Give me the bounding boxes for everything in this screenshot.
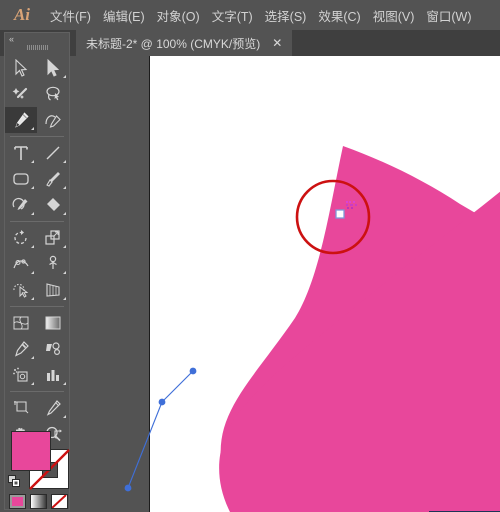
default-fill-stroke-icon[interactable] bbox=[8, 475, 21, 488]
tool-flyout-indicator bbox=[63, 245, 66, 248]
magic-wand-tool[interactable] bbox=[5, 81, 37, 107]
fill-color-swatch[interactable] bbox=[11, 431, 51, 471]
paint-mode-buttons bbox=[9, 494, 68, 509]
tool-row bbox=[5, 362, 69, 388]
menu-object[interactable]: 对象(O) bbox=[151, 2, 206, 29]
paintbrush-tool[interactable] bbox=[37, 166, 69, 192]
tool-flyout-indicator bbox=[63, 186, 66, 189]
scale-tool[interactable] bbox=[37, 225, 69, 251]
tool-flyout-indicator bbox=[31, 245, 34, 248]
tools-panel: « bbox=[4, 32, 70, 510]
tool-row bbox=[5, 277, 69, 303]
artwork-shape bbox=[219, 146, 500, 512]
perspective-grid-tool[interactable] bbox=[37, 277, 69, 303]
tool-row bbox=[5, 225, 69, 251]
artboard[interactable] bbox=[149, 56, 500, 512]
slice-tool[interactable] bbox=[37, 395, 69, 421]
tool-row bbox=[5, 192, 69, 218]
gradient-tool[interactable] bbox=[37, 310, 69, 336]
artboard-tool[interactable] bbox=[5, 395, 37, 421]
menu-effect[interactable]: 效果(C) bbox=[312, 2, 366, 29]
tool-row bbox=[5, 81, 69, 107]
direct-selection-tool[interactable] bbox=[37, 55, 69, 81]
illustrator-window: Ai 文件(F) 编辑(E) 对象(O) 文字(T) 选择(S) 效果(C) 视… bbox=[0, 0, 500, 512]
menu-view[interactable]: 视图(V) bbox=[367, 2, 421, 29]
tool-divider bbox=[10, 136, 64, 137]
tool-grid bbox=[5, 55, 69, 447]
tool-flyout-indicator bbox=[31, 212, 34, 215]
tool-flyout-indicator bbox=[63, 297, 66, 300]
menu-edit[interactable]: 编辑(E) bbox=[97, 2, 151, 29]
shaper-tool[interactable] bbox=[5, 192, 37, 218]
document-tab-bar: 未标题-2* @ 100% (CMYK/预览) ✕ bbox=[0, 30, 500, 56]
canvas-area[interactable]: 溜溜自学 ZIXUE.3D66.COM bbox=[72, 56, 500, 512]
line-segment-tool[interactable] bbox=[37, 140, 69, 166]
tool-flyout-indicator bbox=[31, 356, 34, 359]
eraser-tool[interactable] bbox=[37, 192, 69, 218]
free-transform-tool[interactable] bbox=[37, 251, 69, 277]
column-graph-tool[interactable] bbox=[37, 362, 69, 388]
document-tab[interactable]: 未标题-2* @ 100% (CMYK/预览) ✕ bbox=[76, 30, 293, 56]
close-icon[interactable]: ✕ bbox=[272, 36, 282, 50]
type-tool[interactable] bbox=[5, 140, 37, 166]
tool-row bbox=[5, 251, 69, 277]
tool-flyout-indicator bbox=[31, 186, 34, 189]
gradient-mode-button[interactable] bbox=[30, 494, 47, 509]
tool-flyout-indicator bbox=[63, 75, 66, 78]
blend-tool[interactable] bbox=[37, 336, 69, 362]
rotate-tool[interactable] bbox=[5, 225, 37, 251]
tool-flyout-indicator bbox=[31, 160, 34, 163]
tool-flyout-indicator bbox=[31, 382, 34, 385]
curvature-tool[interactable] bbox=[37, 107, 69, 133]
tool-flyout-indicator bbox=[63, 382, 66, 385]
tool-row bbox=[5, 336, 69, 362]
tool-flyout-indicator bbox=[63, 160, 66, 163]
tool-flyout-indicator bbox=[31, 127, 34, 130]
menu-file[interactable]: 文件(F) bbox=[44, 2, 97, 29]
menu-type[interactable]: 文字(T) bbox=[206, 2, 259, 29]
tool-row bbox=[5, 140, 69, 166]
tool-divider bbox=[10, 306, 64, 307]
shape-builder-tool[interactable] bbox=[5, 277, 37, 303]
document-tab-label: 未标题-2* @ 100% (CMYK/预览) bbox=[86, 36, 261, 51]
tool-row bbox=[5, 310, 69, 336]
tool-row bbox=[5, 395, 69, 421]
menu-select[interactable]: 选择(S) bbox=[259, 2, 313, 29]
swap-fill-stroke-icon[interactable] bbox=[53, 427, 65, 439]
tool-flyout-indicator bbox=[63, 415, 66, 418]
tool-flyout-indicator bbox=[31, 271, 34, 274]
rectangle-tool[interactable] bbox=[5, 166, 37, 192]
lasso-tool[interactable] bbox=[37, 81, 69, 107]
pen-tool[interactable] bbox=[5, 107, 37, 133]
width-tool[interactable] bbox=[5, 251, 37, 277]
symbol-sprayer-tool[interactable] bbox=[5, 362, 37, 388]
mesh-tool[interactable] bbox=[5, 310, 37, 336]
tool-flyout-indicator bbox=[63, 212, 66, 215]
anchor-point-handle-end bbox=[124, 484, 132, 492]
tool-row bbox=[5, 107, 69, 133]
app-logo: Ai bbox=[13, 5, 31, 24]
tool-row bbox=[5, 55, 69, 81]
none-mode-button[interactable] bbox=[51, 494, 68, 509]
menu-bar: Ai 文件(F) 编辑(E) 对象(O) 文字(T) 选择(S) 效果(C) 视… bbox=[0, 0, 500, 30]
selection-tool[interactable] bbox=[5, 55, 37, 81]
tool-flyout-indicator bbox=[31, 297, 34, 300]
eyedropper-tool[interactable] bbox=[5, 336, 37, 362]
color-controls bbox=[5, 425, 70, 511]
panel-drag-handle[interactable] bbox=[27, 45, 49, 50]
tool-flyout-indicator bbox=[63, 271, 66, 274]
color-mode-button[interactable] bbox=[9, 494, 26, 509]
collapse-panel-icon[interactable]: « bbox=[9, 34, 14, 44]
tool-row bbox=[5, 166, 69, 192]
tool-divider bbox=[10, 391, 64, 392]
tool-divider bbox=[10, 221, 64, 222]
menu-window[interactable]: 窗口(W) bbox=[420, 2, 477, 29]
